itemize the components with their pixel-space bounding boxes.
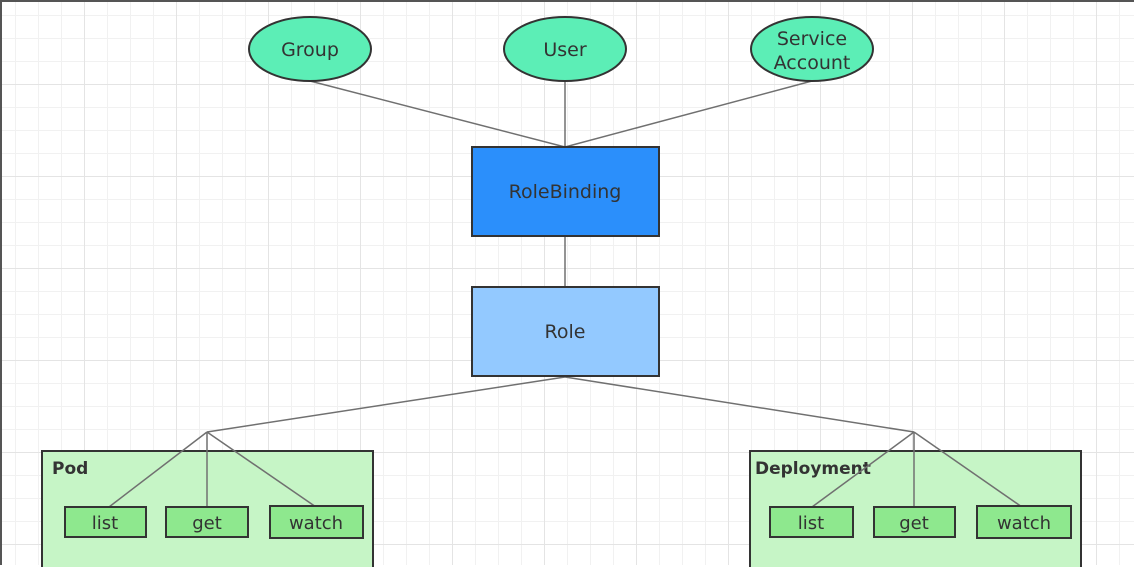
node-rolebinding[interactable]: RoleBinding [471,146,660,237]
verb-label: list [798,513,824,534]
service-account-label-2: Account [774,52,851,74]
edge-group-rolebinding [309,80,566,148]
edge-role-deployment [564,376,915,433]
diagram: Group User Service Account RoleBinding R… [41,16,1082,567]
rolebinding-label: RoleBinding [509,181,622,203]
pod-verb-list[interactable]: list [64,506,147,538]
deployment-verb-list[interactable]: list [769,506,854,538]
service-account-label-1: Service [777,28,847,50]
deployment-verb-watch[interactable]: watch [976,505,1072,539]
group-label: Group [281,39,339,61]
node-role[interactable]: Role [471,286,660,377]
pod-verb-watch[interactable]: watch [269,505,364,539]
diagram-canvas: Group User Service Account RoleBinding R… [0,0,1134,567]
user-label: User [543,39,586,61]
verb-label: watch [997,513,1051,534]
verb-label: get [192,513,222,534]
verb-label: get [899,513,929,534]
role-label: Role [545,321,586,343]
edge-role-pod [206,376,566,433]
node-group[interactable]: Group [248,16,372,82]
verb-label: list [92,513,118,534]
pod-title: Pod [52,459,88,479]
deployment-verb-get[interactable]: get [873,506,956,538]
pod-verb-get[interactable]: get [165,506,249,538]
edge-serviceaccount-rolebinding [564,80,813,148]
node-service-account[interactable]: Service Account [750,16,874,82]
verb-label: watch [289,513,343,534]
node-user[interactable]: User [503,16,627,82]
